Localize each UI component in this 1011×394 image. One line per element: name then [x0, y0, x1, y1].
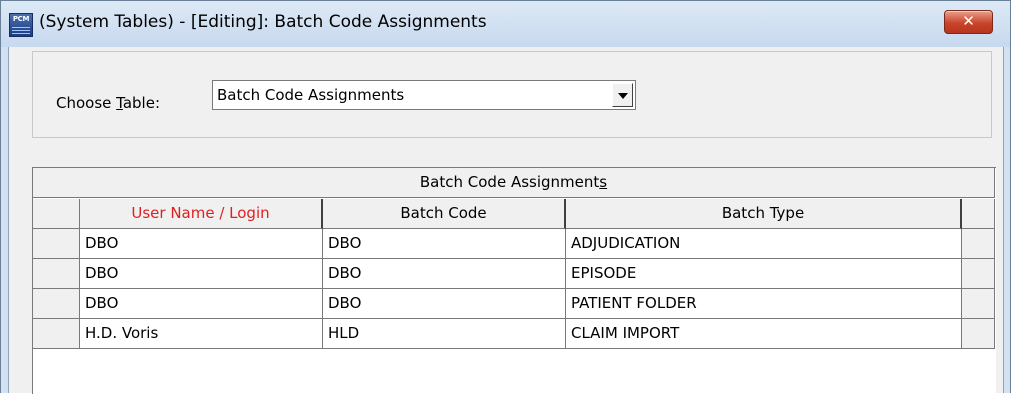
cell-batch-type[interactable]: PATIENT FOLDER — [566, 289, 962, 319]
row-filler — [962, 229, 995, 259]
app-icon-waves — [12, 26, 30, 34]
choose-table-label-suffix: able: — [122, 94, 161, 112]
choose-table-label: Choose Table: — [56, 94, 160, 112]
choose-table-value: Batch Code Assignments — [217, 86, 405, 104]
column-header-user-name[interactable]: User Name / Login — [80, 199, 323, 229]
table-row[interactable]: H.D. Voris HLD CLAIM IMPORT — [33, 319, 995, 349]
window-title: (System Tables) - [Editing]: Batch Code … — [39, 12, 487, 32]
chevron-down-icon — [618, 93, 628, 99]
column-header-filler — [962, 199, 995, 229]
row-selector[interactable] — [33, 259, 80, 289]
column-header-batch-code[interactable]: Batch Code — [323, 199, 566, 229]
cell-batch-code[interactable]: HLD — [323, 319, 566, 349]
title-bar[interactable]: PCM (System Tables) - [Editing]: Batch C… — [1, 1, 1010, 47]
grid-title-accelerator: s — [599, 173, 608, 191]
row-selector-header[interactable] — [33, 199, 80, 229]
grid-title-text: Batch Code Assignment — [419, 173, 600, 191]
cell-batch-type[interactable]: ADJUDICATION — [566, 229, 962, 259]
choose-table-dropdown[interactable]: Batch Code Assignments — [212, 80, 636, 110]
close-button[interactable]: ✕ — [944, 10, 993, 34]
pcm-logo-icon[interactable]: PCM — [9, 13, 33, 37]
row-selector[interactable] — [33, 229, 80, 259]
row-filler — [962, 259, 995, 289]
dropdown-button[interactable] — [612, 83, 633, 107]
cell-batch-code[interactable]: DBO — [323, 259, 566, 289]
dialog-window: PCM (System Tables) - [Editing]: Batch C… — [0, 0, 1011, 394]
row-filler — [962, 319, 995, 349]
cell-user-name[interactable]: H.D. Voris — [80, 319, 323, 349]
row-selector[interactable] — [33, 289, 80, 319]
batch-code-grid: Batch Code Assignments User Name / Login… — [32, 167, 996, 394]
column-header-batch-type[interactable]: Batch Type — [566, 199, 962, 229]
cell-batch-code[interactable]: DBO — [323, 229, 566, 259]
choose-table-label-prefix: Choose — [56, 94, 117, 112]
cell-user-name[interactable]: DBO — [80, 289, 323, 319]
table-row[interactable]: DBO DBO EPISODE — [33, 259, 995, 289]
cell-user-name[interactable]: DBO — [80, 259, 323, 289]
cell-batch-code[interactable]: DBO — [323, 289, 566, 319]
grid-header-row: User Name / Login Batch Code Batch Type — [33, 199, 995, 229]
choose-table-group: Choose Table: Batch Code Assignments — [32, 51, 992, 138]
app-icon-text: PCM — [12, 15, 30, 23]
grid-title: Batch Code Assignments — [33, 168, 995, 198]
cell-user-name[interactable]: DBO — [80, 229, 323, 259]
table-row[interactable]: DBO DBO ADJUDICATION — [33, 229, 995, 259]
row-filler — [962, 289, 995, 319]
cell-batch-type[interactable]: CLAIM IMPORT — [566, 319, 962, 349]
row-selector[interactable] — [33, 319, 80, 349]
close-icon: ✕ — [962, 12, 975, 30]
cell-batch-type[interactable]: EPISODE — [566, 259, 962, 289]
choose-table-label-accelerator: T — [116, 94, 123, 112]
table-row[interactable]: DBO DBO PATIENT FOLDER — [33, 289, 995, 319]
